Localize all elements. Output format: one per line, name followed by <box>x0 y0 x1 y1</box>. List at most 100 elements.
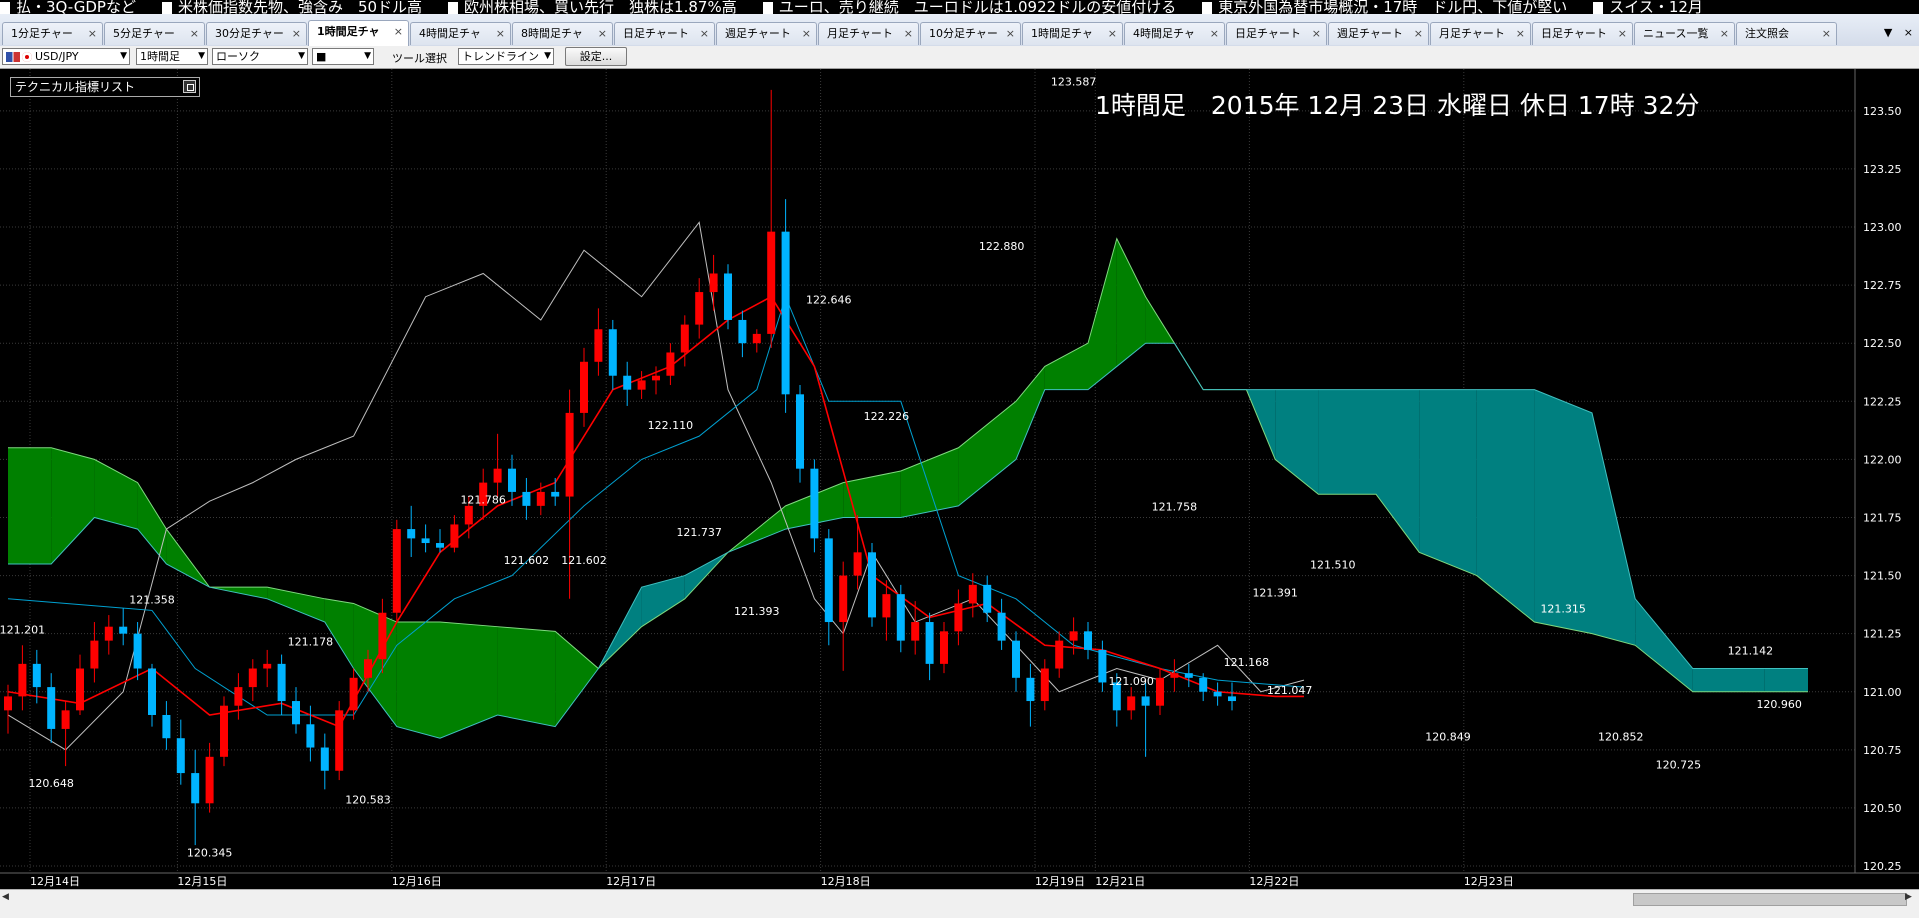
tab-label: 4時間足チャ <box>1133 27 1195 40</box>
chart-tab[interactable]: 日足チャート × <box>1226 22 1327 45</box>
price-label: 120.960 <box>1756 698 1802 711</box>
horizontal-scrollbar[interactable]: ◀ ▶ <box>0 889 1919 918</box>
candle-body <box>1026 677 1035 702</box>
news-icon <box>1593 1 1604 14</box>
price-label: 121.602 <box>561 554 607 567</box>
candle-body <box>133 633 142 669</box>
chart-tab[interactable]: 1時間足チャ × <box>1022 22 1123 45</box>
candle-body <box>853 552 862 576</box>
news-icon <box>448 1 459 14</box>
chart-tab[interactable]: 4時間足チャ × <box>410 22 511 45</box>
tab-close-icon[interactable]: × <box>1312 23 1321 45</box>
cloud-segment <box>1764 668 1808 692</box>
tab-close-icon[interactable]: × <box>1006 23 1015 45</box>
tab-close-icon[interactable]: × <box>1108 23 1117 45</box>
price-label: 122.110 <box>648 419 694 432</box>
chart-tab[interactable]: 日足チャート × <box>1532 22 1633 45</box>
expand-icon[interactable] <box>183 80 196 93</box>
news-ticker[interactable]: 払・3Q-GDPなど 米株価指数先物、強含み 50ドル高 欧州株相場、買い先行 独株… <box>0 0 1919 14</box>
chart-tab[interactable]: ニュース一覧 × <box>1634 22 1735 45</box>
chart-tab[interactable]: 8時間足チャ × <box>512 22 613 45</box>
x-tick-label: 12月21日 <box>1095 875 1145 888</box>
x-tick-label: 12月18日 <box>821 875 871 888</box>
candle-body <box>349 677 358 711</box>
candle-body <box>1069 631 1078 641</box>
y-tick-label: 122.75 <box>1863 279 1902 292</box>
candle-body <box>925 622 934 664</box>
tab-close-icon[interactable]: × <box>496 23 505 45</box>
chart-style-select[interactable]: ローソク ▼ <box>212 48 308 65</box>
tab-label: 週足チャート <box>1337 27 1403 40</box>
candle-body <box>248 668 257 688</box>
tab-label: 4時間足チャ <box>419 27 481 40</box>
price-label: 121.047 <box>1267 684 1313 697</box>
tab-close-icon[interactable]: × <box>1210 23 1219 45</box>
candle-body <box>1184 673 1193 678</box>
chart-tab[interactable]: 30分足チャー × <box>206 22 307 45</box>
tab-label: 1時間足チャ <box>317 25 380 38</box>
chart-tab[interactable]: 日足チャート × <box>614 22 715 45</box>
chart-tab[interactable]: 10分足チャー × <box>920 22 1021 45</box>
tab-close-icon[interactable]: × <box>190 23 199 45</box>
candle-body <box>608 329 617 376</box>
close-icon[interactable]: × <box>1904 26 1913 39</box>
candlestick-chart[interactable]: 121.201 121.358 120.648 120.345 121.178 120.5… <box>0 69 1919 889</box>
candle-body <box>1055 640 1064 669</box>
timeframe-label: 1時間足 <box>140 50 180 63</box>
price-label: 120.583 <box>345 793 391 806</box>
chart-tab[interactable]: 注文照会 × <box>1736 22 1837 45</box>
tab-close-icon[interactable]: × <box>598 23 607 45</box>
candle-body <box>911 622 920 641</box>
price-label: 121.358 <box>129 593 175 606</box>
candle-body <box>1098 649 1107 683</box>
chart-tab[interactable]: 週足チャート × <box>1328 22 1429 45</box>
tab-close-icon[interactable]: × <box>802 23 811 45</box>
chart-tab[interactable]: 週足チャート × <box>716 22 817 45</box>
chart-tab[interactable]: 1分足チャー × <box>2 22 103 45</box>
ticker-item[interactable]: 払・3Q-GDPなど <box>0 0 136 14</box>
tab-close-icon[interactable]: × <box>904 23 913 45</box>
scroll-left-icon[interactable]: ◀ <box>2 892 14 905</box>
ticker-item[interactable]: 東京外国為替市場概況・17時 ドル円、下値が堅い <box>1202 0 1567 14</box>
tab-close-icon[interactable]: × <box>1414 23 1423 45</box>
chart-tab[interactable]: 月足チャート × <box>1430 22 1531 45</box>
settings-button[interactable]: 設定... <box>565 47 627 66</box>
drawing-tool-select[interactable]: トレンドライン ▼ <box>458 48 554 65</box>
price-label: 120.345 <box>187 847 233 860</box>
chart-tab[interactable]: 1時間足チャ × <box>308 20 409 46</box>
y-tick-label: 121.00 <box>1863 686 1902 699</box>
currency-pair-select[interactable]: USD/JPY ▼ <box>2 48 130 65</box>
candle-body <box>335 710 344 771</box>
chevron-down-icon: ▼ <box>120 51 127 61</box>
color-select[interactable]: ■ ▼ <box>312 48 374 65</box>
scroll-right-icon[interactable]: ▶ <box>1905 892 1917 905</box>
ticker-item[interactable]: ユーロ、売り継続 ユーロドルは1.0922ドルの安値付ける <box>762 0 1176 14</box>
technical-indicator-list[interactable]: テクニカル指標リスト <box>10 77 200 97</box>
timeframe-select[interactable]: 1時間足 ▼ <box>136 48 208 65</box>
ticker-item[interactable]: スイス・12月 <box>1593 0 1703 14</box>
tab-close-icon[interactable]: × <box>1516 23 1525 45</box>
candle-body <box>796 394 804 469</box>
cloud-segment <box>8 447 52 564</box>
chart-tab[interactable]: 5分足チャー × <box>104 22 205 45</box>
chart-tab[interactable]: 4時間足チャ × <box>1124 22 1225 45</box>
ticker-item[interactable]: 欧州株相場、買い先行 独株は1.87%高 <box>448 0 737 14</box>
candle-body <box>277 663 286 702</box>
chart-tab[interactable]: 月足チャート × <box>818 22 919 45</box>
candle-body <box>781 231 790 395</box>
tab-close-icon[interactable]: × <box>1720 23 1729 45</box>
tab-menu-icon[interactable]: ▼ <box>1884 26 1892 39</box>
tab-close-icon[interactable]: × <box>292 23 301 45</box>
tool-select-label: ツール選択 <box>392 52 447 65</box>
tab-close-icon[interactable]: × <box>88 23 97 45</box>
ticker-item[interactable]: 米株価指数先物、強含み 50ドル高 <box>161 0 422 14</box>
tab-close-icon[interactable]: × <box>394 21 403 43</box>
scrollbar-thumb[interactable] <box>1633 893 1907 906</box>
price-label: 121.393 <box>734 605 780 618</box>
chart-tab-strip: ▼ × 1分足チャー × 5分足チャー × 30分足チャー × 1時間足チャ × 4時間足チャ ×… <box>0 14 1919 47</box>
tab-close-icon[interactable]: × <box>700 23 709 45</box>
technical-indicator-list-label: テクニカル指標リスト <box>15 80 136 94</box>
tab-close-icon[interactable]: × <box>1618 23 1627 45</box>
tab-close-icon[interactable]: × <box>1822 23 1831 45</box>
price-label: 121.602 <box>504 554 550 567</box>
